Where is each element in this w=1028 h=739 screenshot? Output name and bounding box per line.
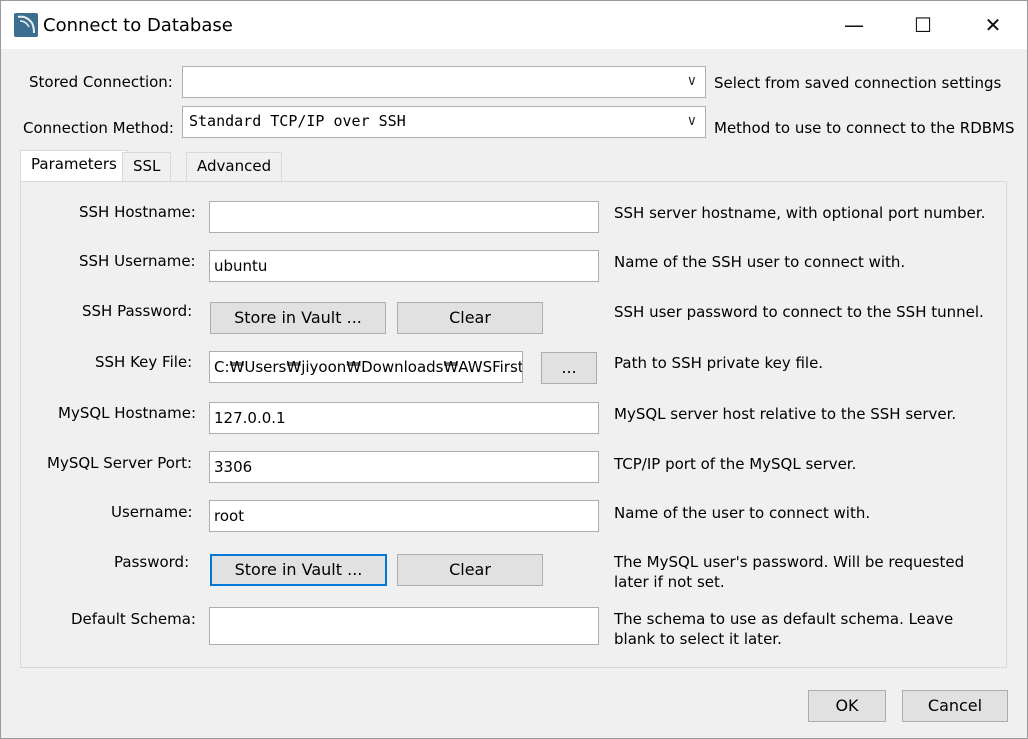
password-label: Password:	[114, 553, 190, 571]
mysql-workbench-icon	[14, 13, 38, 37]
password-hint-line1: The MySQL user's password. Will be reque…	[614, 553, 965, 571]
ssh-hostname-label: SSH Hostname:	[79, 203, 196, 221]
ssh-key-file-label: SSH Key File:	[95, 353, 193, 371]
default-schema-hint-line1: The schema to use as default schema. Lea…	[614, 610, 954, 628]
stored-connection-label: Stored Connection:	[29, 73, 173, 91]
password-hint-line2: later if not set.	[614, 573, 725, 591]
ssh-password-clear-button[interactable]: Clear	[397, 302, 543, 334]
chevron-down-icon: ∨	[686, 73, 697, 89]
ssh-username-hint: Name of the SSH user to connect with.	[614, 253, 906, 271]
connection-method-select[interactable]: Standard TCP/IP over SSH ∨	[182, 106, 706, 138]
ssh-key-file-browse-button[interactable]: ...	[541, 352, 597, 384]
username-label: Username:	[111, 503, 193, 521]
username-hint: Name of the user to connect with.	[614, 504, 871, 522]
password-clear-button[interactable]: Clear	[397, 554, 543, 586]
chevron-down-icon: ∨	[686, 113, 697, 129]
close-button[interactable]: ✕	[958, 1, 1028, 49]
ok-button[interactable]: OK	[808, 690, 886, 722]
cancel-button[interactable]: Cancel	[902, 690, 1008, 722]
ssh-key-file-hint: Path to SSH private key file.	[614, 354, 824, 372]
stored-connection-select[interactable]: ∨	[182, 66, 706, 98]
ssh-password-store-button[interactable]: Store in Vault ...	[210, 302, 386, 334]
stored-connection-hint: Select from saved connection settings	[714, 74, 1002, 92]
mysql-hostname-input[interactable]: 127.0.0.1	[209, 402, 599, 434]
connection-method-label: Connection Method:	[23, 119, 174, 137]
close-icon: ✕	[984, 13, 1002, 37]
password-store-button[interactable]: Store in Vault ...	[210, 554, 387, 586]
tab-parameters[interactable]: Parameters	[20, 150, 128, 182]
window-title: Connect to Database	[43, 15, 233, 36]
default-schema-input[interactable]	[209, 607, 599, 645]
tab-ssl[interactable]: SSL	[122, 152, 172, 182]
ssh-key-file-input[interactable]: C:₩Users₩jiyoon₩Downloads₩AWSFirst	[209, 351, 523, 383]
connection-method-value: Standard TCP/IP over SSH	[189, 112, 406, 130]
default-schema-hint: The schema to use as default schema. Lea…	[614, 609, 953, 649]
mysql-port-input[interactable]: 3306	[209, 451, 599, 483]
ssh-username-input[interactable]: ubuntu	[209, 250, 599, 282]
minimize-icon: —	[844, 13, 864, 37]
minimize-button[interactable]: —	[819, 1, 889, 49]
connect-dialog: Connect to Database — ☐ ✕ Stored Connect…	[0, 0, 1028, 739]
ssh-password-label: SSH Password:	[82, 302, 193, 320]
title-bar: Connect to Database — ☐ ✕	[1, 1, 1027, 49]
maximize-button[interactable]: ☐	[888, 1, 958, 49]
default-schema-hint-line2: blank to select it later.	[614, 630, 782, 648]
ssh-password-hint: SSH user password to connect to the SSH …	[614, 303, 984, 321]
ssh-hostname-input[interactable]	[209, 201, 599, 233]
password-hint: The MySQL user's password. Will be reque…	[614, 552, 964, 592]
ssh-username-label: SSH Username:	[79, 252, 196, 270]
connection-method-hint: Method to use to connect to the RDBMS	[714, 119, 1015, 137]
mysql-port-hint: TCP/IP port of the MySQL server.	[614, 455, 857, 473]
username-input[interactable]: root	[209, 500, 599, 532]
tab-advanced[interactable]: Advanced	[186, 152, 283, 182]
mysql-hostname-label: MySQL Hostname:	[58, 404, 197, 422]
mysql-hostname-hint: MySQL server host relative to the SSH se…	[614, 405, 957, 423]
mysql-port-label: MySQL Server Port:	[47, 454, 193, 472]
ssh-hostname-hint: SSH server hostname, with optional port …	[614, 204, 986, 222]
maximize-icon: ☐	[914, 13, 932, 37]
default-schema-label: Default Schema:	[71, 610, 196, 628]
